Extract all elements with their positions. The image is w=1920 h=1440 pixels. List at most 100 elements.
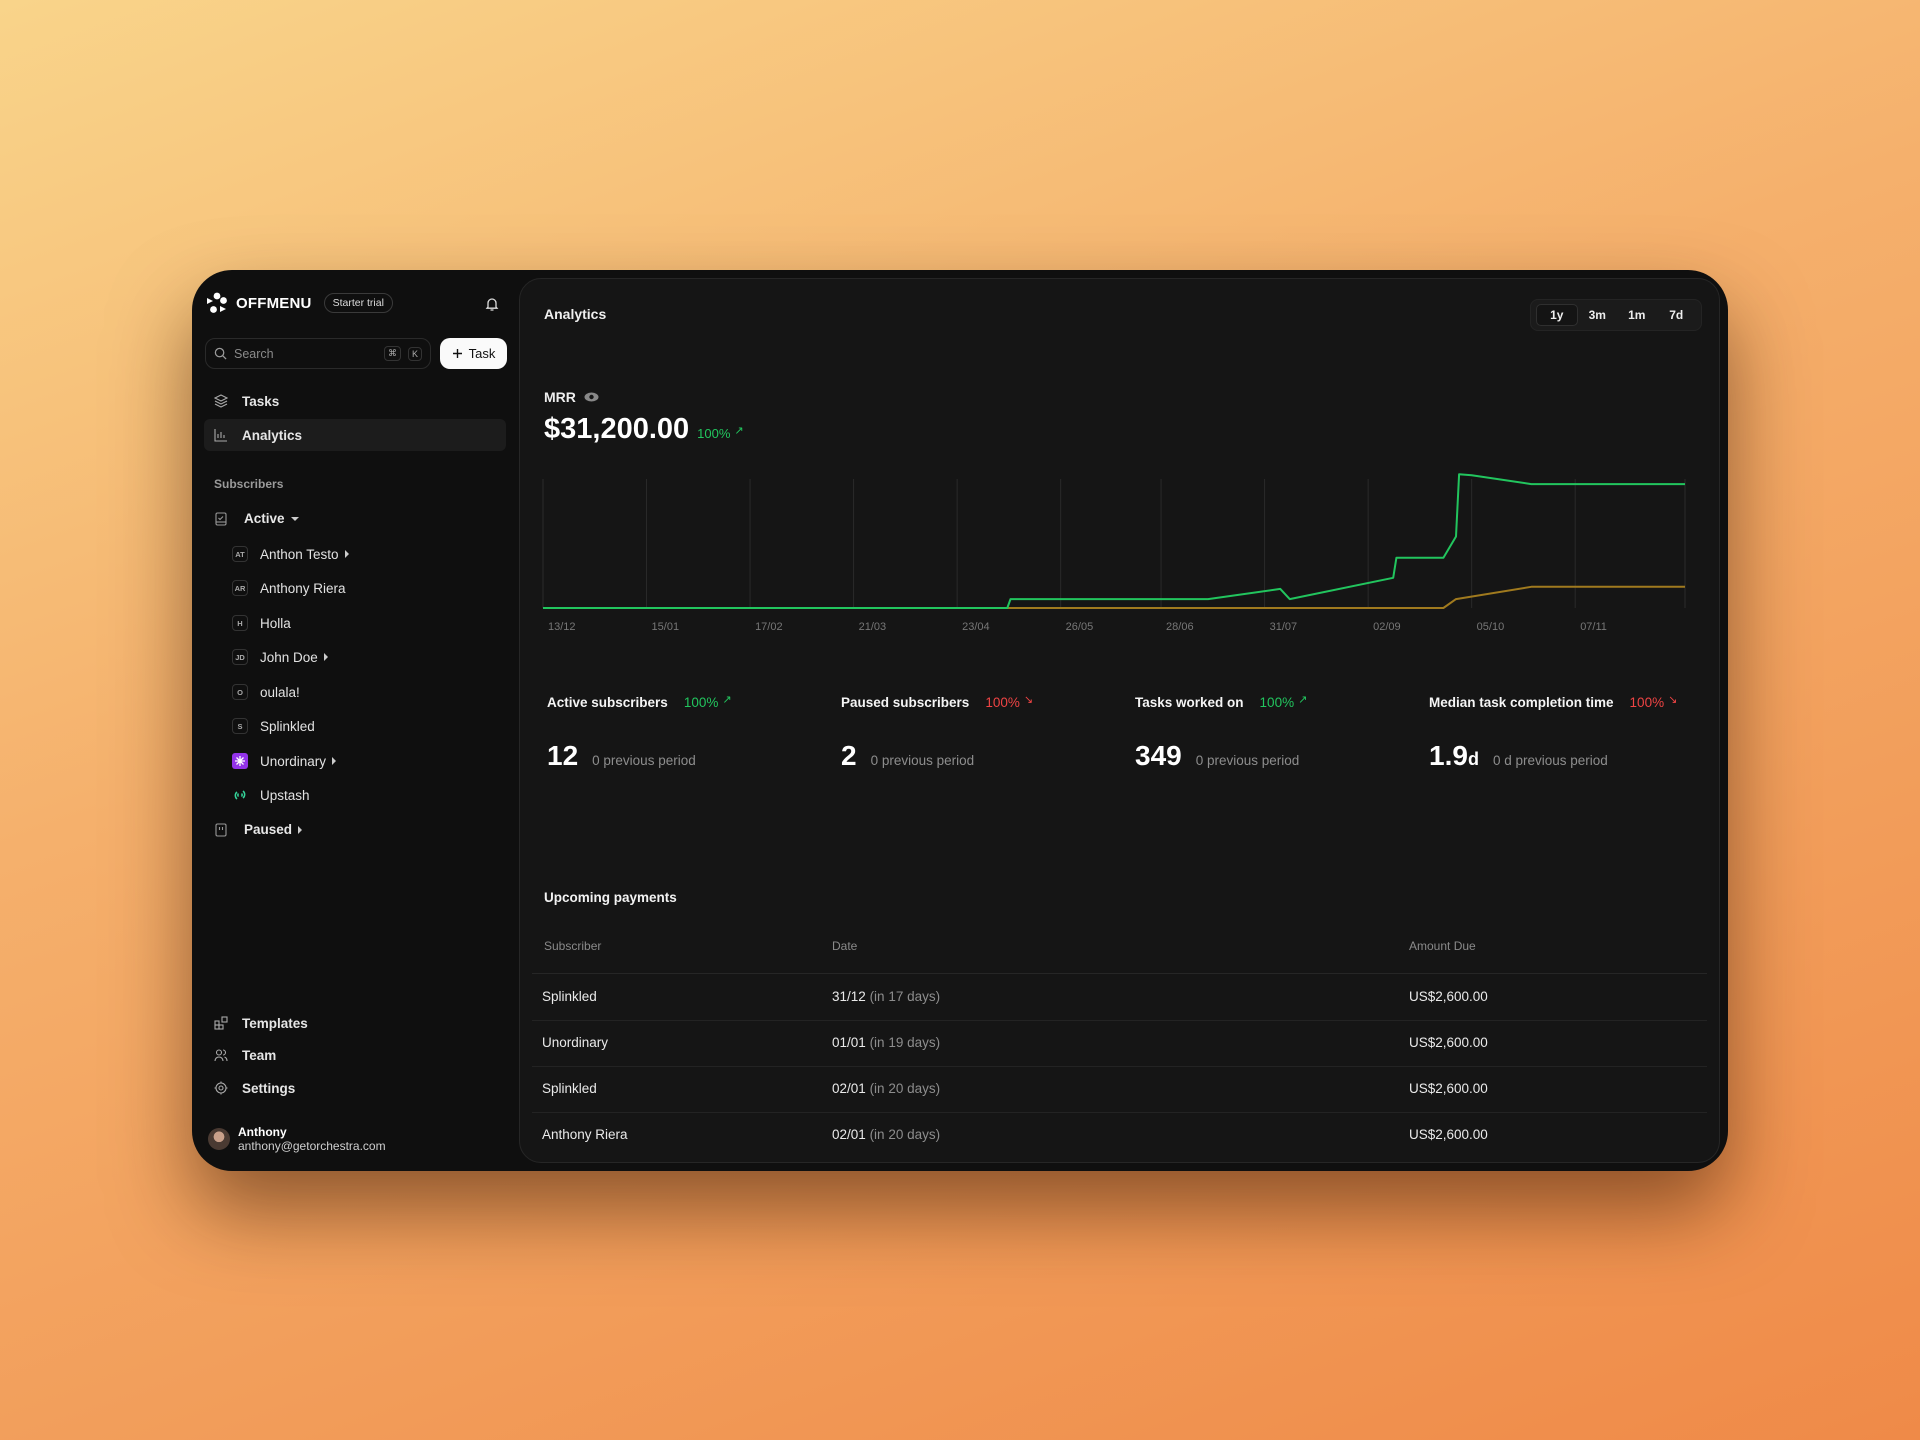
cell-subscriber: Splinkled bbox=[542, 989, 597, 1004]
group-active[interactable]: Active bbox=[214, 511, 299, 526]
table-row[interactable]: Anthony Riera 02/01 (in 20 days) US$2,60… bbox=[532, 1113, 1707, 1159]
sidebar: OFFMENU Starter trial Search ⌘ K Task Ta… bbox=[192, 270, 518, 1171]
nav-label: Team bbox=[242, 1047, 277, 1063]
arrow-up-right-icon: ↗ bbox=[1298, 694, 1308, 706]
page-title: Analytics bbox=[544, 306, 607, 322]
chevron-right-icon bbox=[298, 825, 303, 834]
column-header-amount[interactable]: Amount Due bbox=[1409, 939, 1476, 953]
date-relative: (in 20 days) bbox=[869, 1081, 941, 1096]
table-row[interactable]: Unordinary 01/01 (in 19 days) US$2,600.0… bbox=[532, 1021, 1707, 1067]
app-window: OFFMENU Starter trial Search ⌘ K Task Ta… bbox=[192, 270, 1728, 1171]
bell-icon[interactable] bbox=[484, 296, 500, 312]
range-7d[interactable]: 7d bbox=[1657, 304, 1697, 326]
mrr-label: MRR bbox=[544, 389, 599, 405]
cell-date: 01/01 (in 19 days) bbox=[832, 1035, 940, 1050]
mrr-change: 100% ↗ bbox=[697, 425, 743, 441]
range-3m[interactable]: 3m bbox=[1578, 304, 1618, 326]
nav-item-analytics[interactable]: Analytics bbox=[204, 419, 506, 451]
user-name: Anthony bbox=[238, 1125, 287, 1139]
metric-change-value: 100% bbox=[1629, 695, 1665, 710]
x-tick-label: 02/09 bbox=[1373, 621, 1401, 633]
search-placeholder: Search bbox=[234, 346, 274, 361]
nav-label: Tasks bbox=[242, 393, 280, 409]
initials-avatar: H bbox=[232, 615, 248, 631]
brand[interactable]: OFFMENU Starter trial bbox=[206, 292, 393, 314]
date-value: 02/01 bbox=[832, 1081, 866, 1096]
metric-value: 1.9d bbox=[1429, 740, 1479, 772]
eye-icon[interactable] bbox=[584, 392, 599, 402]
x-tick-label: 07/11 bbox=[1580, 621, 1607, 633]
date-value: 01/01 bbox=[832, 1035, 866, 1050]
metric-change: 100% ↗ bbox=[684, 694, 732, 710]
mrr-title: MRR bbox=[544, 389, 576, 405]
unordinary-logo-icon bbox=[232, 753, 248, 769]
bar-chart-icon bbox=[214, 429, 227, 442]
new-task-button[interactable]: Task bbox=[440, 338, 507, 369]
group-paused-label: Paused bbox=[244, 822, 293, 837]
layers-icon bbox=[214, 394, 228, 408]
group-active-label: Active bbox=[244, 511, 285, 526]
x-tick-label: 17/02 bbox=[755, 621, 783, 633]
nav-label: Settings bbox=[242, 1080, 296, 1096]
column-header-date[interactable]: Date bbox=[832, 939, 857, 953]
range-1y[interactable]: 1y bbox=[1536, 304, 1578, 326]
metric-previous: 0 d previous period bbox=[1492, 753, 1608, 768]
cell-amount: US$2,600.00 bbox=[1409, 989, 1488, 1004]
search-input[interactable]: Search ⌘ K bbox=[205, 338, 431, 369]
subscriber-name: Holla bbox=[260, 615, 291, 631]
mrr-value: $31,200.00 100% ↗ bbox=[544, 413, 744, 446]
metric-label: Median task completion time bbox=[1429, 695, 1614, 710]
subscriber-item[interactable]: H Holla bbox=[232, 615, 291, 631]
metric-tasks-worked-on: Tasks worked on 100% ↗ 349 0 previous perio… bbox=[1135, 694, 1308, 772]
shortcut-key-cmd: ⌘ bbox=[383, 346, 401, 361]
range-1m[interactable]: 1m bbox=[1617, 304, 1657, 326]
subscriber-name: John Doe bbox=[260, 649, 318, 665]
chevron-right-icon[interactable] bbox=[344, 550, 349, 558]
metric-change: 100% ↗ bbox=[1260, 694, 1308, 710]
x-tick-label: 23/04 bbox=[962, 621, 990, 633]
subscriber-item[interactable]: Unordinary bbox=[232, 753, 337, 769]
subscriber-name: Anthony Riera bbox=[260, 580, 346, 596]
cell-amount: US$2,600.00 bbox=[1409, 1127, 1488, 1142]
date-relative: (in 19 days) bbox=[869, 1035, 941, 1050]
subscriber-item[interactable]: Upstash bbox=[232, 787, 310, 803]
brand-name: OFFMENU bbox=[236, 294, 312, 312]
subscriber-name: Anthon Testo bbox=[260, 546, 339, 562]
chevron-right-icon[interactable] bbox=[332, 757, 337, 765]
table-row[interactable]: Splinkled 02/01 (in 20 days) US$2,600.00 bbox=[532, 1067, 1707, 1113]
group-paused[interactable]: Paused bbox=[214, 822, 303, 837]
cell-subscriber: Splinkled bbox=[542, 1081, 597, 1096]
nav-item-team[interactable]: Team bbox=[204, 1039, 506, 1071]
column-header-subscriber[interactable]: Subscriber bbox=[544, 939, 601, 953]
metric-active-subscribers: Active subscribers 100% ↗ 12 0 previous per… bbox=[547, 694, 732, 772]
subscriber-item[interactable]: AT Anthon Testo bbox=[232, 546, 349, 562]
nav-item-templates[interactable]: Templates bbox=[204, 1007, 506, 1039]
nav-label: Analytics bbox=[242, 427, 303, 443]
cell-subscriber: Anthony Riera bbox=[542, 1127, 628, 1142]
new-task-label: Task bbox=[468, 346, 496, 361]
subscriber-item[interactable]: S Splinkled bbox=[232, 718, 315, 734]
x-tick-label: 31/07 bbox=[1270, 621, 1298, 633]
trial-badge: Starter trial bbox=[323, 293, 393, 313]
metric-change: 100% ↘ bbox=[1629, 694, 1678, 710]
subscriber-name: Unordinary bbox=[260, 753, 327, 769]
user-profile[interactable]: Anthony anthony@getorchestra.com bbox=[208, 1125, 386, 1153]
settings-icon bbox=[214, 1081, 228, 1095]
table-row[interactable]: Splinkled 31/12 (in 17 days) US$2,600.00 bbox=[532, 975, 1707, 1021]
time-range-selector: 1y 3m 1m 7d bbox=[1530, 299, 1702, 331]
subscriber-item[interactable]: AR Anthony Riera bbox=[232, 580, 346, 596]
nav-item-tasks[interactable]: Tasks bbox=[204, 385, 506, 417]
cell-amount: US$2,600.00 bbox=[1409, 1081, 1488, 1096]
x-tick-label: 28/06 bbox=[1166, 621, 1194, 633]
paused-folder-icon bbox=[215, 822, 227, 837]
payments-table-header: Subscriber Date Amount Due bbox=[532, 919, 1707, 974]
subscriber-name: oulala! bbox=[260, 684, 300, 700]
chevron-right-icon[interactable] bbox=[323, 653, 328, 661]
subscriber-item[interactable]: O oulala! bbox=[232, 684, 300, 700]
x-tick-label: 15/01 bbox=[652, 621, 680, 633]
subscriber-item[interactable]: JD John Doe bbox=[232, 649, 328, 665]
initials-avatar: S bbox=[232, 718, 248, 734]
nav-item-settings[interactable]: Settings bbox=[204, 1072, 506, 1104]
metric-unit: d bbox=[1467, 749, 1479, 769]
series-line-secondary bbox=[543, 585, 1685, 609]
